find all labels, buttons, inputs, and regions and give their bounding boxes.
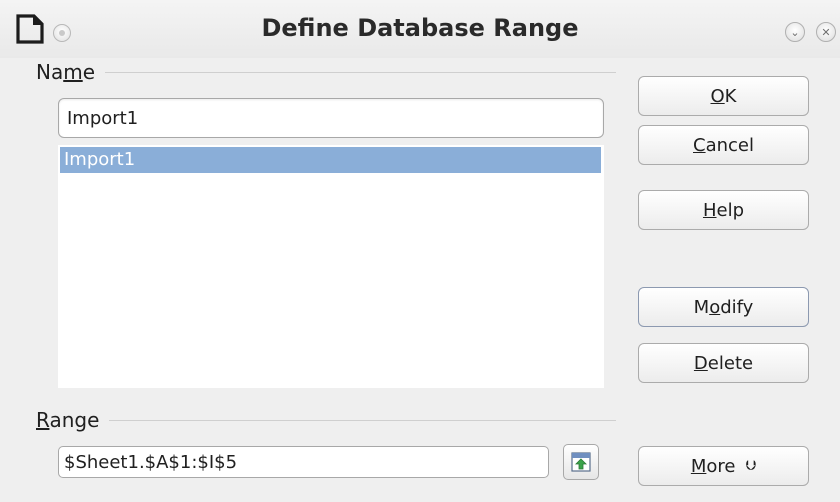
double-chevron-down-icon: ⮋ xyxy=(745,458,757,474)
name-input[interactable] xyxy=(58,98,604,138)
title-bar: Define Database Range ⌄ ✕ xyxy=(0,0,840,58)
divider xyxy=(109,419,616,421)
name-group-label: Name xyxy=(36,60,96,84)
name-list[interactable]: Import1 xyxy=(58,145,604,388)
close-icon: ✕ xyxy=(821,25,831,39)
modify-button[interactable]: Mo dify xyxy=(638,287,809,327)
range-input[interactable] xyxy=(58,446,549,478)
help-button[interactable]: Help xyxy=(638,190,809,230)
chevron-down-icon: ⌄ xyxy=(790,25,800,39)
document-icon xyxy=(16,14,44,44)
close-button[interactable]: ✕ xyxy=(816,22,836,42)
window-menu-button[interactable] xyxy=(53,24,71,42)
ok-button[interactable]: OK xyxy=(638,76,809,116)
dialog-title: Define Database Range xyxy=(261,14,579,42)
cancel-button[interactable]: Cancel xyxy=(638,125,809,165)
range-group-heading: Range xyxy=(36,408,616,432)
range-group-label: Range xyxy=(36,408,100,432)
more-button[interactable]: More ⮋ xyxy=(638,446,809,486)
name-group-heading: Name xyxy=(36,60,616,84)
divider xyxy=(105,71,616,73)
shrink-icon xyxy=(571,452,591,472)
delete-button[interactable]: Delete xyxy=(638,343,809,383)
list-item[interactable]: Import1 xyxy=(60,147,601,173)
minimize-button[interactable]: ⌄ xyxy=(785,22,805,42)
shrink-button[interactable] xyxy=(563,444,599,480)
define-database-range-dialog: Define Database Range ⌄ ✕ Name Import1 R… xyxy=(0,0,840,502)
